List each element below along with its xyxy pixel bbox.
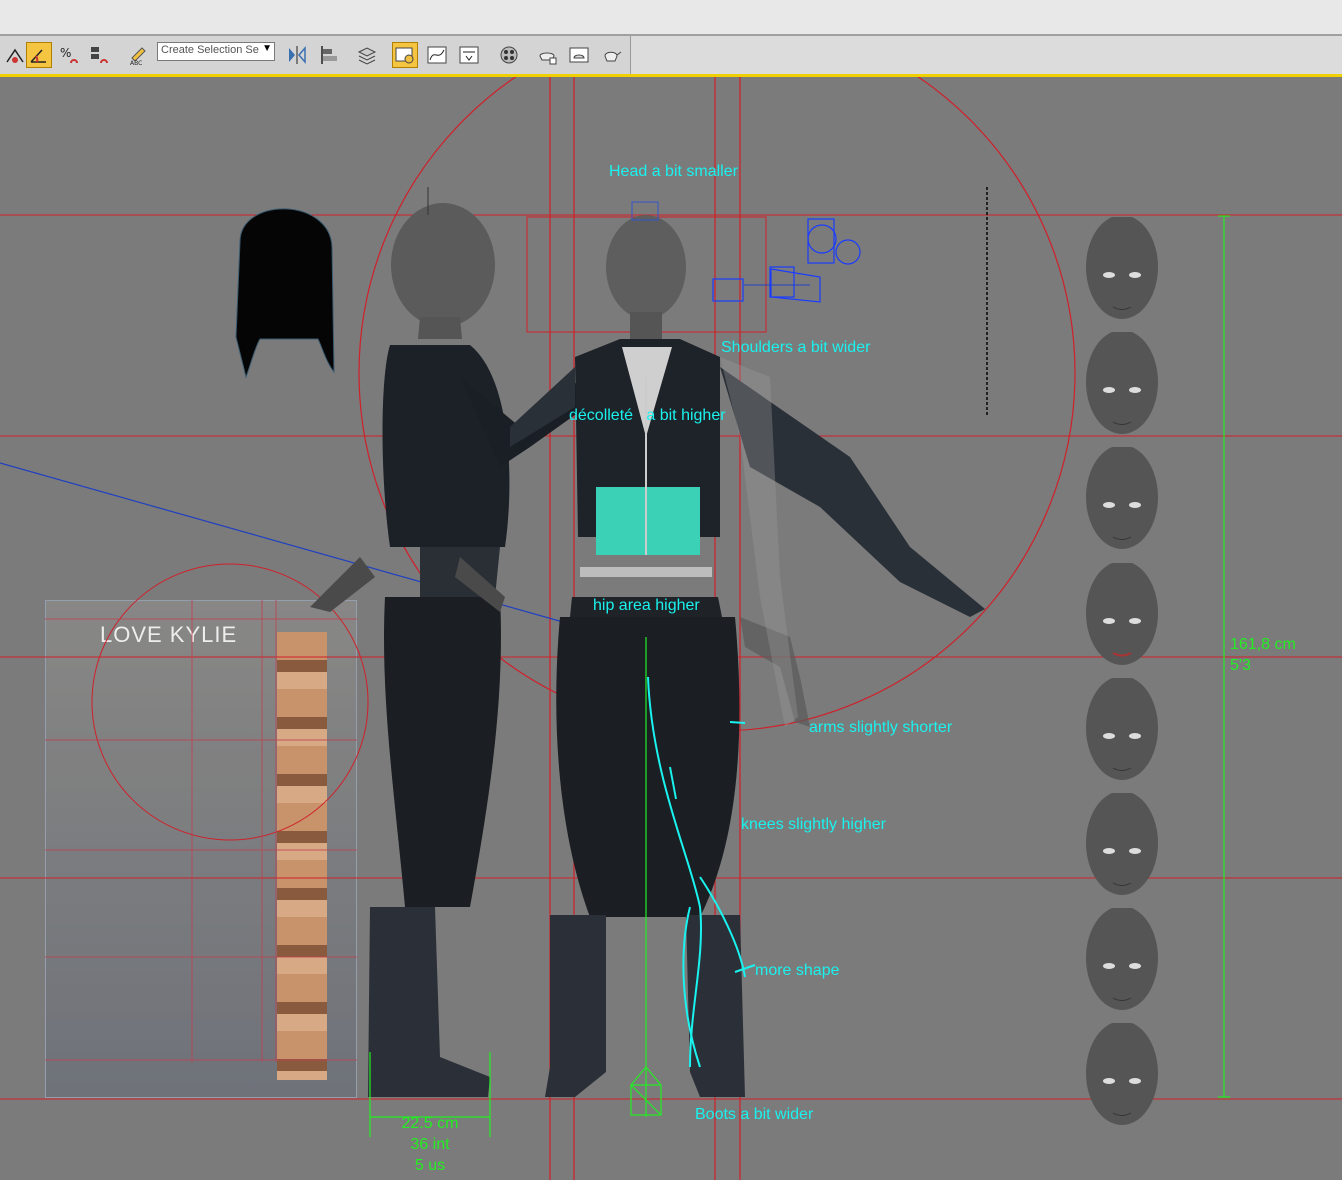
face-render-6 — [1086, 793, 1158, 895]
selection-set-dropdown[interactable]: Create Selection Se ▼ — [157, 42, 275, 61]
front-viewport[interactable]: LOVE KYLIE Head a bit smaller Shoulders … — [0, 77, 1342, 1180]
chevron-down-icon: ▼ — [262, 43, 272, 54]
snap-2d-icon[interactable] — [2, 42, 28, 68]
svg-text:%: % — [60, 46, 71, 60]
render-teapot-icon[interactable] — [598, 42, 624, 68]
note-hip: hip area higher — [593, 597, 700, 614]
max-application-window: % ABC Create Selection Se ▼ LOVE KYLIE H… — [0, 0, 1342, 1180]
camera-gizmo[interactable] — [712, 218, 861, 303]
foot-cm-label: 22.5 cm — [401, 1115, 459, 1132]
selection-set-text: Create Selection Se — [161, 44, 259, 56]
curve-editor-icon[interactable] — [424, 42, 450, 68]
face-render-4 — [1086, 563, 1158, 665]
height-cm-label: 161,8 cm — [1230, 636, 1296, 653]
note-shoulders: Shoulders a bit wider — [721, 339, 871, 356]
svg-text:ABC: ABC — [130, 60, 142, 66]
note-boots: Boots a bit wider — [695, 1106, 814, 1123]
percent-snap-icon[interactable]: % — [56, 42, 82, 68]
foot-int-label: 36 int — [410, 1136, 450, 1153]
schematic-view-icon[interactable] — [456, 42, 482, 68]
note-head: Head a bit smaller — [609, 163, 738, 180]
face-render-1 — [1086, 217, 1158, 319]
note-knees: knees slightly higher — [741, 816, 886, 833]
foot-us-label: 5 us — [414, 1157, 446, 1174]
hair-mesh[interactable] — [235, 208, 335, 379]
height-ft-label: 5'3 — [1230, 657, 1251, 674]
note-arms: arms slightly shorter — [809, 719, 953, 736]
rendered-frame-icon[interactable] — [566, 42, 592, 68]
face-render-7 — [1086, 908, 1158, 1010]
mirror-icon[interactable] — [284, 42, 310, 68]
face-render-3 — [1086, 447, 1158, 549]
title-strip — [0, 0, 1342, 36]
angle-snap-icon[interactable] — [26, 42, 52, 68]
scene-explorer-icon[interactable] — [392, 42, 418, 68]
face-render-5 — [1086, 678, 1158, 780]
reference-grid — [45, 600, 357, 1062]
align-icon[interactable] — [316, 42, 342, 68]
note-decollete: décolleté a bit higher — [569, 407, 726, 424]
main-toolbar: % ABC Create Selection Se ▼ — [0, 36, 1342, 77]
spinner-snap-icon[interactable] — [86, 42, 112, 68]
edit-named-selection-icon[interactable]: ABC — [126, 42, 152, 68]
toolbar-group: % ABC Create Selection Se ▼ — [0, 36, 631, 74]
render-setup-icon[interactable] — [534, 42, 560, 68]
layer-manager-icon[interactable] — [354, 42, 380, 68]
note-shape: more shape — [755, 962, 840, 979]
face-render-8 — [1086, 1023, 1158, 1125]
material-editor-icon[interactable] — [496, 42, 522, 68]
face-render-2 — [1086, 332, 1158, 434]
